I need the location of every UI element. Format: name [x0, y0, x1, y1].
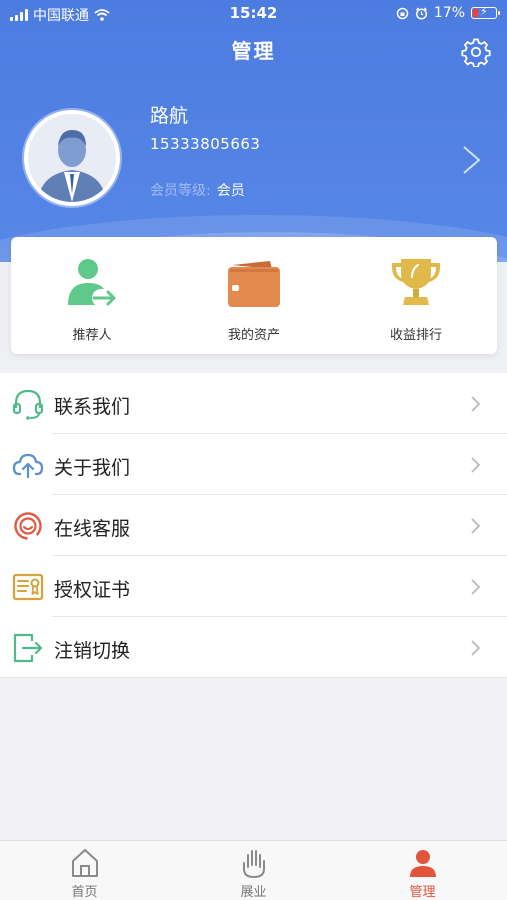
menu-bottom-border	[0, 677, 507, 678]
quick-action-ranking[interactable]: 收益排行	[335, 237, 497, 354]
battery-icon: ⚡	[471, 5, 500, 19]
tab-label: 首页	[71, 885, 98, 900]
chevron-right-icon	[471, 640, 481, 656]
tab-bar: 首页 展业 管理	[0, 840, 507, 900]
quick-action-assets[interactable]: 我的资产	[173, 237, 335, 354]
menu-item-about-us[interactable]: 关于我们	[0, 434, 507, 495]
headset-icon	[12, 389, 44, 420]
battery-percent: 17%	[433, 5, 465, 21]
alarm-icon	[415, 7, 427, 20]
user-icon	[409, 850, 436, 877]
trophy-icon	[392, 259, 440, 305]
referrer-icon	[68, 259, 118, 307]
menu-item-label: 联系我们	[54, 396, 131, 418]
menu-item-label: 授权证书	[54, 579, 131, 601]
status-right: 17% ⚡	[396, 5, 500, 21]
settings-menu: 联系我们 关于我们 在线客服 授权证书 注销切换	[0, 373, 507, 678]
rotation-lock-icon	[396, 7, 409, 19]
chevron-right-icon	[471, 396, 481, 412]
chevron-right-icon	[471, 518, 481, 534]
logout-icon	[13, 633, 43, 663]
chevron-right-icon	[471, 457, 481, 473]
menu-item-online-service[interactable]: 在线客服	[0, 495, 507, 556]
menu-item-logout-switch[interactable]: 注销切换	[0, 617, 507, 678]
member-level-label: 会员等级:	[150, 183, 211, 199]
hand-icon	[242, 850, 265, 879]
gear-icon[interactable]	[461, 37, 491, 67]
quick-action-label: 我的资产	[227, 328, 280, 343]
certificate-icon	[12, 573, 44, 601]
menu-item-label: 关于我们	[54, 457, 131, 479]
tab-manage[interactable]: 管理	[338, 841, 507, 900]
user-name: 路航	[150, 105, 189, 127]
quick-action-label: 收益排行	[389, 328, 442, 343]
member-level: 会员等级: 会员	[150, 180, 245, 200]
tab-label: 展业	[240, 885, 267, 900]
chevron-right-icon	[471, 579, 481, 595]
avatar-image	[28, 114, 116, 202]
avatar[interactable]	[24, 110, 120, 206]
cloud-upload-icon	[12, 453, 44, 479]
home-icon	[71, 849, 98, 877]
tab-label: 管理	[409, 885, 436, 900]
status-bar: 中国联通 15:42 17% ⚡	[0, 0, 507, 28]
page-title: 管理	[231, 39, 276, 63]
menu-item-certificate[interactable]: 授权证书	[0, 556, 507, 617]
customer-service-icon	[14, 512, 42, 540]
member-level-value: 会员	[216, 183, 245, 199]
chevron-right-icon[interactable]	[460, 144, 484, 176]
menu-item-label: 注销切换	[54, 640, 131, 662]
quick-action-referrer[interactable]: 推荐人	[11, 237, 173, 354]
wallet-icon	[228, 261, 280, 307]
quick-actions-card: 推荐人 我的资产 收益排行	[11, 237, 497, 354]
tab-business[interactable]: 展业	[169, 841, 338, 900]
tab-home[interactable]: 首页	[0, 841, 169, 900]
quick-action-label: 推荐人	[72, 328, 112, 343]
user-phone: 15333805663	[150, 135, 261, 153]
menu-item-label: 在线客服	[54, 518, 131, 540]
menu-item-contact-us[interactable]: 联系我们	[0, 373, 507, 434]
